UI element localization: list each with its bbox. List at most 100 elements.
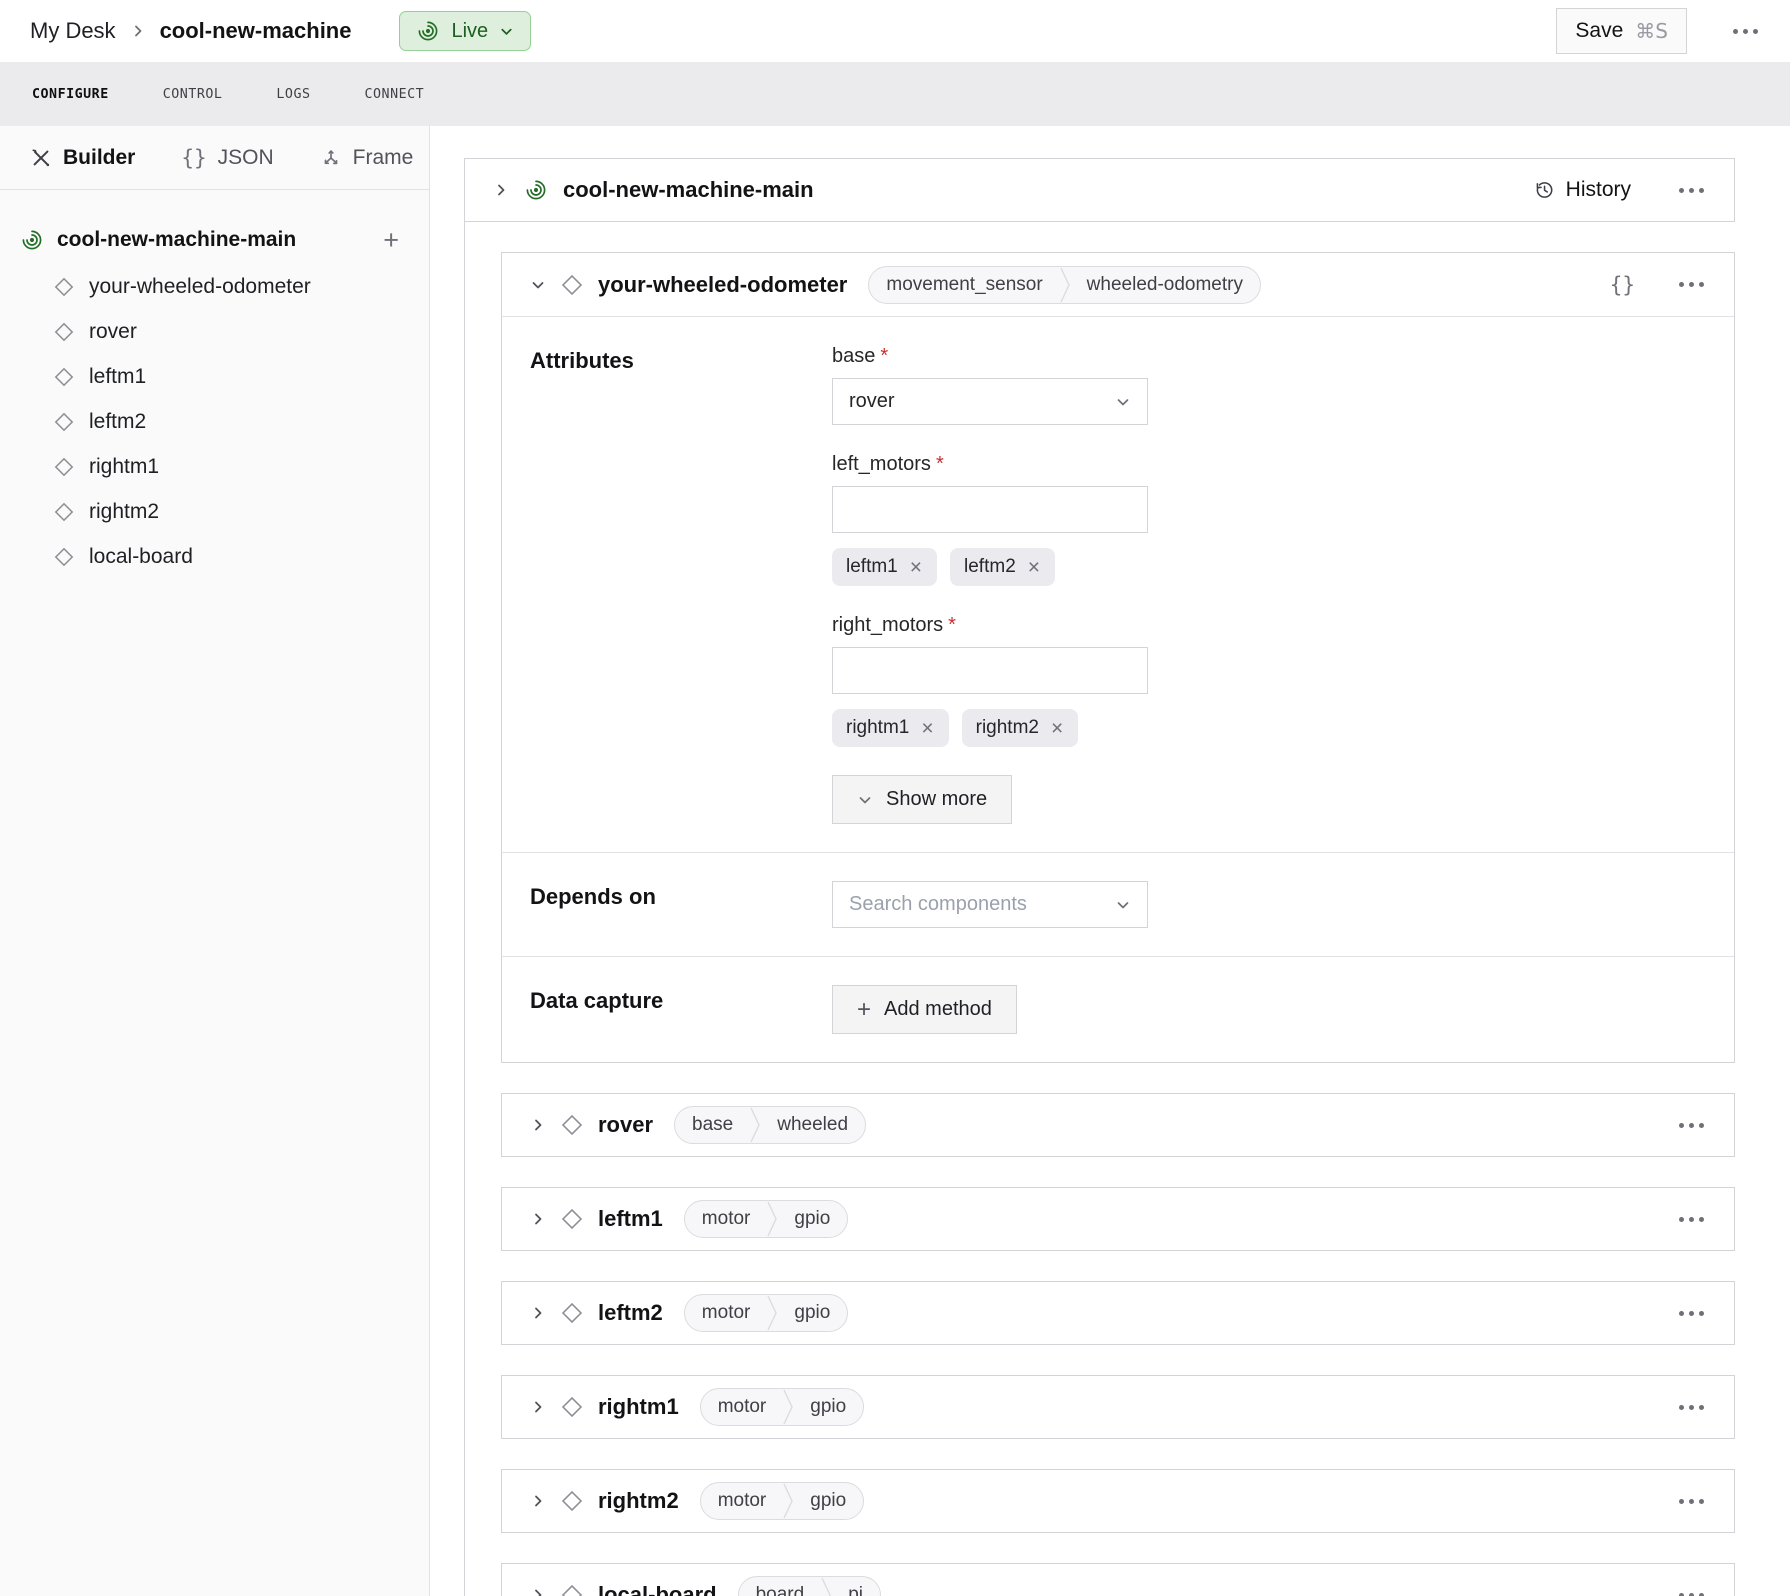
broadcast-icon	[20, 228, 44, 252]
expand-chevron-icon[interactable]	[530, 1493, 546, 1509]
right-motors-chips: rightm1 × rightm2 ×	[832, 709, 1148, 747]
tab-configure[interactable]: CONFIGURE	[32, 83, 109, 106]
data-capture-section: Data capture + Add method	[502, 957, 1734, 1062]
depends-on-heading: Depends on	[530, 881, 832, 928]
expand-chevron-icon[interactable]	[530, 1587, 546, 1596]
pill-separator-icon	[783, 1483, 793, 1519]
breadcrumb-separator-icon	[130, 23, 146, 39]
save-shortcut: ⌘S	[1635, 19, 1668, 43]
component-menu-button[interactable]	[1677, 1493, 1706, 1510]
remove-chip-icon[interactable]: ×	[1027, 557, 1041, 578]
component-menu-button[interactable]	[1677, 1211, 1706, 1228]
mode-frame[interactable]: Frame	[320, 146, 414, 170]
chip-label: rightm1	[846, 717, 909, 739]
diamond-icon	[561, 1302, 583, 1324]
breadcrumb: My Desk cool-new-machine Live	[30, 11, 531, 51]
component-type: motor	[701, 1483, 784, 1519]
history-button[interactable]: History	[1533, 178, 1631, 202]
type-model-pill: motor gpio	[684, 1294, 849, 1332]
component-menu-button[interactable]	[1677, 1587, 1706, 1596]
edit-json-button[interactable]: {}	[1610, 273, 1635, 297]
sidebar-item-rover[interactable]: rover	[0, 309, 429, 354]
component-cards: your-wheeled-odometer movement_sensor wh…	[464, 222, 1735, 1596]
expand-chevron-icon[interactable]	[530, 1211, 546, 1227]
component-card-rover: rover base wheeled	[501, 1093, 1735, 1157]
left-motors-input[interactable]	[832, 486, 1148, 533]
component-menu-button[interactable]	[1677, 1399, 1706, 1416]
diamond-icon	[561, 1208, 583, 1230]
base-field: base* rover	[832, 345, 1148, 425]
component-menu-button[interactable]	[1677, 1117, 1706, 1134]
add-component-button[interactable]: +	[379, 227, 403, 254]
component-model: pi	[831, 1577, 880, 1596]
expand-chevron-icon[interactable]	[530, 1305, 546, 1321]
depends-on-select[interactable]	[832, 881, 1148, 928]
diamond-icon	[54, 457, 74, 477]
expand-chevron-icon[interactable]	[530, 1117, 546, 1133]
component-name: local-board	[598, 1582, 717, 1596]
component-menu-button[interactable]	[1677, 276, 1706, 293]
show-more-label: Show more	[886, 788, 987, 811]
mode-json[interactable]: {} JSON	[181, 146, 273, 170]
left-motors-chips: leftm1 × leftm2 ×	[832, 548, 1148, 586]
chevron-down-icon	[1115, 394, 1131, 410]
sidebar-item-local-board[interactable]: local-board	[0, 534, 429, 579]
sidebar-item-rightm2[interactable]: rightm2	[0, 489, 429, 534]
pill-separator-icon	[767, 1295, 777, 1331]
tab-logs[interactable]: LOGS	[276, 83, 310, 106]
braces-icon: {}	[181, 146, 206, 170]
remove-chip-icon[interactable]: ×	[920, 718, 934, 739]
sidebar-item-rightm1[interactable]: rightm1	[0, 444, 429, 489]
sidebar-item-your-wheeled-odometer[interactable]: your-wheeled-odometer	[0, 264, 429, 309]
save-label: Save	[1575, 19, 1623, 43]
live-status-dropdown[interactable]: Live	[399, 11, 531, 51]
right-motors-input[interactable]	[832, 647, 1148, 694]
mode-frame-label: Frame	[353, 146, 414, 170]
sidebar-item-leftm2[interactable]: leftm2	[0, 399, 429, 444]
chip-leftm2: leftm2 ×	[950, 548, 1055, 586]
type-model-pill: motor gpio	[700, 1482, 865, 1520]
history-icon	[1533, 179, 1555, 201]
add-method-button[interactable]: + Add method	[832, 985, 1017, 1034]
component-card-local-board: local-board board pi	[501, 1563, 1735, 1596]
save-button[interactable]: Save ⌘S	[1556, 8, 1687, 54]
pill-separator-icon	[1060, 267, 1070, 303]
machine-part-menu-button[interactable]	[1677, 182, 1706, 199]
search-components-input[interactable]	[849, 893, 1115, 916]
tab-connect[interactable]: CONNECT	[365, 83, 425, 106]
chip-label: rightm2	[976, 717, 1039, 739]
tree-machine-part[interactable]: cool-new-machine-main +	[0, 216, 429, 264]
component-name: leftm1	[598, 1206, 663, 1232]
type-model-pill: board pi	[738, 1576, 881, 1596]
mode-builder[interactable]: Builder	[30, 146, 135, 170]
base-select[interactable]: rover	[832, 378, 1148, 425]
component-type: motor	[685, 1201, 768, 1237]
sidebar-item-leftm1[interactable]: leftm1	[0, 354, 429, 399]
plus-icon: +	[857, 998, 871, 1022]
tree-item-label: leftm1	[89, 365, 146, 389]
show-more-button[interactable]: Show more	[832, 775, 1012, 824]
remove-chip-icon[interactable]: ×	[1050, 718, 1064, 739]
component-type: motor	[701, 1389, 784, 1425]
component-type: motor	[685, 1295, 768, 1331]
top-bar: My Desk cool-new-machine Live Save ⌘S	[0, 0, 1790, 62]
required-mark: *	[936, 453, 944, 475]
tab-control[interactable]: CONTROL	[163, 83, 223, 106]
collapse-chevron-icon[interactable]	[530, 277, 546, 293]
left-motors-field-label: left_motors*	[832, 453, 1148, 476]
tree-item-label: rightm1	[89, 455, 159, 479]
component-card-rightm1: rightm1 motor gpio	[501, 1375, 1735, 1439]
component-type: base	[675, 1107, 750, 1143]
expand-chevron-icon[interactable]	[493, 182, 509, 198]
history-label: History	[1566, 178, 1631, 202]
tree-item-label: your-wheeled-odometer	[89, 275, 311, 299]
component-menu-button[interactable]	[1677, 1305, 1706, 1322]
expand-chevron-icon[interactable]	[530, 1399, 546, 1415]
machine-part-title: cool-new-machine-main	[563, 177, 814, 203]
attributes-heading: Attributes	[530, 345, 832, 824]
diamond-icon	[561, 1490, 583, 1512]
machine-menu-button[interactable]	[1731, 23, 1760, 40]
add-method-label: Add method	[884, 998, 992, 1021]
breadcrumb-my-desk[interactable]: My Desk	[30, 18, 116, 44]
remove-chip-icon[interactable]: ×	[909, 557, 923, 578]
